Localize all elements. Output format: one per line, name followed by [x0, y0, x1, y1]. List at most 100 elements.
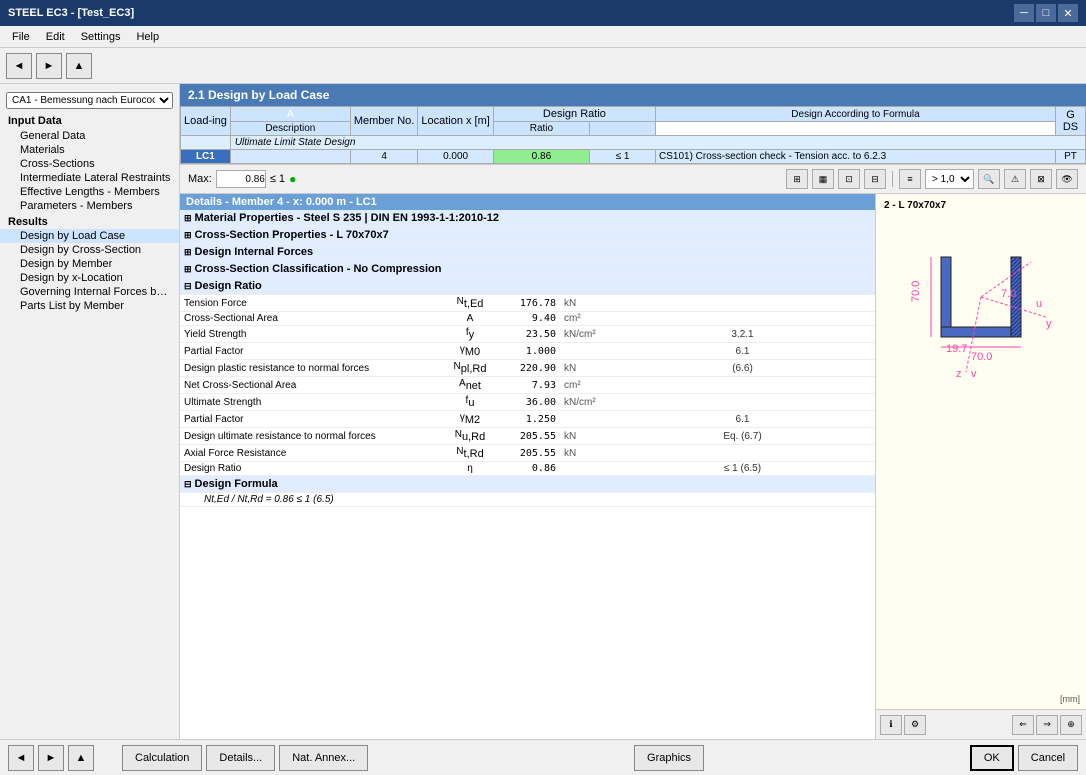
nat-annex-button[interactable]: Nat. Annex...	[279, 745, 368, 771]
sidebar-item-parameters-members[interactable]: Parameters - Members	[0, 199, 179, 213]
detail-row-tension: Tension Force Nt,Ed 176.78 kN	[180, 295, 875, 312]
detail-symbol-tension: Nt,Ed	[440, 295, 500, 312]
toolbar-btn-9[interactable]: 👁	[1056, 169, 1078, 189]
detail-row-area: Cross-Sectional Area A 9.40 cm²	[180, 312, 875, 326]
menu-help[interactable]: Help	[128, 29, 167, 45]
ratio-dropdown[interactable]: > 1,0	[925, 169, 974, 189]
menu-settings[interactable]: Settings	[73, 29, 129, 45]
nav-up-button[interactable]: ▲	[66, 53, 92, 79]
details-design-ratio-section[interactable]: ⊟Design Ratio	[180, 278, 875, 295]
cs-diagram-svg: 70.0 70.0 7.0 19.7 u y v z	[881, 217, 1081, 417]
cancel-button[interactable]: Cancel	[1018, 745, 1078, 771]
footer-nav-up[interactable]: ▲	[68, 745, 94, 771]
th-desc: Description	[230, 122, 350, 136]
detail-label-area: Cross-Sectional Area	[180, 312, 440, 326]
results-section: Results	[0, 213, 179, 229]
toolbar-btn-3[interactable]: ⊡	[838, 169, 860, 189]
table-cell-lc1-ds: PT	[1056, 150, 1086, 164]
details-pane: Details - Member 4 - x: 0.000 m - LC1 ⊞M…	[180, 194, 876, 739]
close-button[interactable]: ✕	[1058, 4, 1078, 22]
detail-row-ultimate: Ultimate Strength fu 36.00 kN/cm²	[180, 394, 875, 411]
svg-text:70.0: 70.0	[971, 351, 992, 363]
sidebar-item-effective-lengths[interactable]: Effective Lengths - Members	[0, 185, 179, 199]
right-panel-bottom: ℹ ⚙ ⇐ ⇒ ⊕	[876, 709, 1086, 739]
sidebar-item-materials[interactable]: Materials	[0, 143, 179, 157]
calculation-button[interactable]: Calculation	[122, 745, 202, 771]
sidebar-item-design-by-x-location[interactable]: Design by x-Location	[0, 271, 179, 285]
toolbar-btn-2[interactable]: ▦	[812, 169, 834, 189]
th-f: Design According to Formula	[656, 107, 1056, 122]
nav-forward-button[interactable]: ►	[36, 53, 62, 79]
table-cell-lc1-le1: ≤ 1	[589, 150, 655, 164]
detail-unit-tension: kN	[560, 295, 610, 312]
detail-symbol-nplrd: Npl,Rd	[440, 360, 500, 377]
ok-button[interactable]: OK	[970, 745, 1014, 771]
toolbar-btn-1[interactable]: ⊞	[786, 169, 808, 189]
sidebar-item-parts-list[interactable]: Parts List by Member	[0, 299, 179, 313]
toolbar-btn-4[interactable]: ⊟	[864, 169, 886, 189]
details-header: Details - Member 4 - x: 0.000 m - LC1	[180, 194, 875, 210]
detail-ref-nplrd: (6.6)	[610, 360, 875, 377]
sidebar-item-general-data[interactable]: General Data	[0, 129, 179, 143]
th-d-e: Design Ratio	[493, 107, 655, 122]
detail-row-ntrd: Axial Force Resistance Nt,Rd 205.55 kN	[180, 445, 875, 462]
sidebar-item-design-by-cross-section[interactable]: Design by Cross-Section	[0, 243, 179, 257]
toolbar-btn-7[interactable]: ⚠	[1004, 169, 1026, 189]
sidebar-item-governing-internal-forces[interactable]: Governing Internal Forces by M	[0, 285, 179, 299]
detail-label-netarea: Net Cross-Sectional Area	[180, 377, 440, 394]
content-area: 2.1 Design by Load Case Load-ing A Membe…	[180, 84, 1086, 739]
sidebar-dropdown-container: CA1 - Bemessung nach Eurococ	[6, 92, 173, 109]
right-btn-export[interactable]: ⇐	[1012, 715, 1034, 735]
sidebar-item-design-by-load-case[interactable]: Design by Load Case	[0, 229, 179, 243]
right-panel: 2 - L 70x70x7	[876, 194, 1086, 739]
maximize-button[interactable]: □	[1036, 4, 1056, 22]
th-c: Location x [m]	[418, 107, 493, 136]
details-material-section[interactable]: ⊞Material Properties - Steel S 235 | DIN…	[180, 210, 875, 227]
th-loading: Load-ing	[181, 107, 231, 136]
details-formula-section[interactable]: ⊟Design Formula	[180, 476, 875, 493]
details-button[interactable]: Details...	[206, 745, 275, 771]
minimize-button[interactable]: ─	[1014, 4, 1034, 22]
right-btn-zoom[interactable]: ⊕	[1060, 715, 1082, 735]
details-forces-section[interactable]: ⊞Design Internal Forces	[180, 244, 875, 261]
toolbar-btn-5[interactable]: ≡	[899, 169, 921, 189]
menu-edit[interactable]: Edit	[38, 29, 73, 45]
table-cell-lc1-label[interactable]: LC1	[181, 150, 231, 164]
graphics-button[interactable]: Graphics	[634, 745, 704, 771]
detail-row-partial1: Partial Factor γM0 1.000 6.1	[180, 343, 875, 360]
detail-ref-tension	[610, 295, 875, 312]
cs-title: 2 - L 70x70x7	[876, 194, 1086, 217]
detail-label-nurd: Design ultimate resistance to normal for…	[180, 428, 440, 445]
detail-row-partial2: Partial Factor γM2 1.250 6.1	[180, 411, 875, 428]
sidebar-item-intermediate-lateral[interactable]: Intermediate Lateral Restraints	[0, 171, 179, 185]
table-cell-lc1-ratio: 0.86	[493, 150, 589, 164]
detail-unit-netarea: cm²	[560, 377, 610, 394]
sidebar: CA1 - Bemessung nach Eurococ Input Data …	[0, 84, 180, 739]
toolbar-btn-8[interactable]: ⊠	[1030, 169, 1052, 189]
nav-back-button[interactable]: ◄	[6, 53, 32, 79]
footer-nav-prev[interactable]: ◄	[8, 745, 34, 771]
details-cs-section[interactable]: ⊞Cross-Section Properties - L 70x70x7	[180, 227, 875, 244]
detail-label-partial1: Partial Factor	[180, 343, 440, 360]
toolbar-btn-6[interactable]: 🔍	[978, 169, 1000, 189]
detail-unit-yield: kN/cm²	[560, 326, 610, 343]
details-classification-section[interactable]: ⊞Cross-Section Classification - No Compr…	[180, 261, 875, 278]
menu-file[interactable]: File	[4, 29, 38, 45]
input-data-section: Input Data	[0, 113, 179, 129]
detail-ref-ntrd	[610, 445, 875, 462]
footer-nav-next[interactable]: ►	[38, 745, 64, 771]
detail-value-tension: 176.78	[500, 295, 560, 312]
title-bar-text: STEEL EC3 - [Test_EC3]	[8, 7, 134, 19]
load-case-dropdown[interactable]: CA1 - Bemessung nach Eurococ	[6, 92, 173, 109]
sidebar-item-design-by-member[interactable]: Design by Member	[0, 257, 179, 271]
detail-row-yield: Yield Strength fy 23.50 kN/cm² 3.2.1	[180, 326, 875, 343]
right-btn-info[interactable]: ℹ	[880, 715, 902, 735]
detail-value-area: 9.40	[500, 312, 560, 326]
sidebar-item-cross-sections[interactable]: Cross-Sections	[0, 157, 179, 171]
detail-symbol-ntrd: Nt,Rd	[440, 445, 500, 462]
right-btn-import[interactable]: ⇒	[1036, 715, 1058, 735]
formula-text: Nt,Ed / Nt,Rd = 0.86 ≤ 1 (6.5)	[180, 493, 875, 507]
max-value-input[interactable]	[216, 170, 266, 188]
detail-label-partial2: Partial Factor	[180, 411, 440, 428]
right-btn-settings[interactable]: ⚙	[904, 715, 926, 735]
